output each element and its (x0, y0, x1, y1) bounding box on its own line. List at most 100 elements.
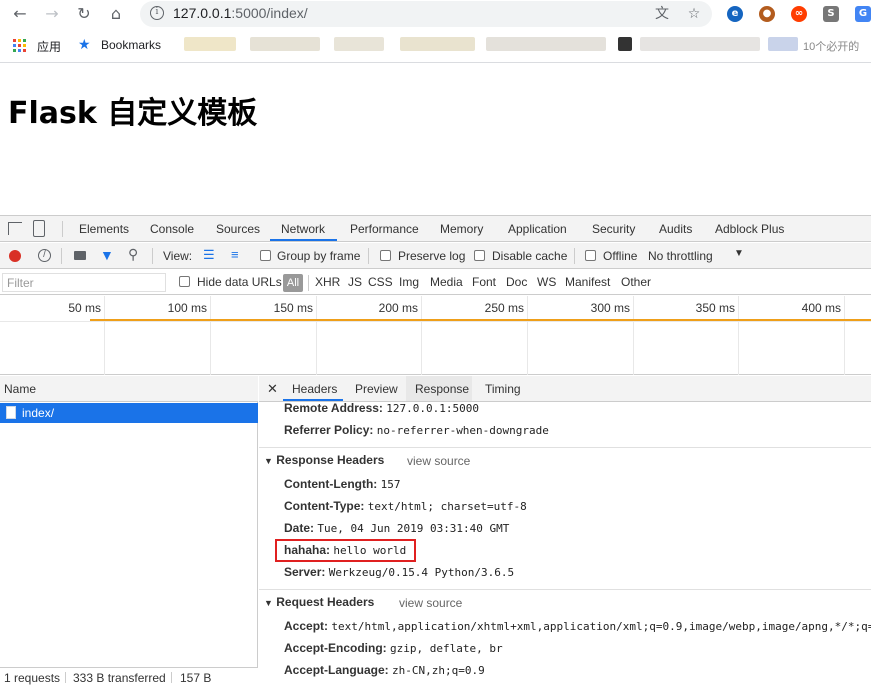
filter-type-css[interactable]: CSS (368, 275, 393, 289)
address-bar[interactable]: i 127.0.0.1:5000/index/ 文 ☆ (140, 1, 712, 27)
timeline-gridline (527, 296, 528, 375)
filter-type-manifest[interactable]: Manifest (565, 275, 610, 289)
bookmark-bookmarks[interactable]: Bookmarks (101, 38, 161, 52)
header-key: Content-Length: (284, 477, 378, 491)
inspect-element-icon[interactable] (8, 222, 22, 235)
home-icon[interactable]: ⌂ (104, 3, 128, 25)
extension-icon-4[interactable]: S (823, 6, 839, 22)
names-column-header[interactable]: Name (0, 376, 258, 402)
filter-type-font[interactable]: Font (472, 275, 496, 289)
filter-type-ws[interactable]: WS (537, 275, 556, 289)
status-request-count: 1 requests (4, 671, 61, 685)
section-divider (259, 589, 871, 590)
extension-icon-5[interactable]: G (855, 6, 871, 22)
tab-preview[interactable]: Preview (355, 382, 398, 396)
extension-icon-1[interactable]: e (727, 6, 743, 22)
extension-icon-3[interactable]: ∞ (791, 6, 807, 22)
search-icon[interactable]: ⚲ (128, 246, 138, 263)
tab-timing[interactable]: Timing (485, 382, 521, 396)
translate-icon[interactable]: 文 (654, 6, 670, 22)
record-icon[interactable] (9, 250, 21, 262)
tab-elements[interactable]: Elements (79, 222, 129, 236)
timeline-overview[interactable]: 50 ms 100 ms 150 ms 200 ms 250 ms 300 ms… (0, 296, 871, 375)
tab-console[interactable]: Console (150, 222, 194, 236)
filter-funnel-icon[interactable]: ▼ (100, 247, 114, 263)
request-row[interactable]: index/ (0, 403, 258, 423)
throttling-dropdown-icon[interactable]: ▼ (734, 248, 744, 259)
status-resources: 157 B resour... (180, 671, 223, 686)
document-icon (6, 406, 16, 419)
filter-type-other[interactable]: Other (621, 275, 651, 289)
filter-type-img[interactable]: Img (399, 275, 419, 289)
throttling-select[interactable]: No throttling (648, 249, 713, 263)
preserve-log-checkbox[interactable] (380, 250, 391, 261)
request-headers-title[interactable]: ▼ Request Headers (264, 595, 374, 609)
tab-memory[interactable]: Memory (440, 222, 483, 236)
disable-cache-checkbox[interactable] (474, 250, 485, 261)
header-key: Accept-Encoding: (284, 641, 387, 655)
tab-headers[interactable]: Headers (292, 382, 337, 396)
device-toolbar-icon[interactable] (33, 220, 45, 237)
header-key: Accept: (284, 619, 329, 633)
large-rows-icon[interactable]: ☰ (203, 248, 215, 261)
response-headers-title[interactable]: ▼ Response Headers (264, 453, 384, 467)
waterfall-overview-icon[interactable]: ≡ (231, 248, 239, 261)
url-text[interactable]: 127.0.0.1:5000/index/ (173, 5, 308, 21)
tab-performance[interactable]: Performance (350, 222, 419, 236)
site-info-icon[interactable]: i (150, 6, 164, 20)
tab-application[interactable]: Application (508, 222, 567, 236)
request-view-source-link[interactable]: view source (399, 596, 462, 610)
screenshot-camera-icon[interactable] (74, 251, 86, 260)
tab-audits[interactable]: Audits (659, 222, 692, 236)
filter-type-doc[interactable]: Doc (506, 275, 527, 289)
forward-icon[interactable]: → (40, 3, 64, 25)
close-icon[interactable]: ✕ (267, 381, 278, 397)
filter-type-all[interactable]: All (283, 274, 303, 292)
extension-icon-2[interactable]: ● (759, 6, 775, 22)
header-key: Referrer Policy: (284, 423, 374, 437)
filter-type-media[interactable]: Media (430, 275, 463, 289)
filter-input[interactable]: Filter (2, 273, 166, 292)
back-icon[interactable]: ← (8, 3, 32, 25)
bookmark-blurred-8[interactable] (768, 37, 798, 51)
clear-icon[interactable]: / (38, 249, 51, 262)
bookmark-blurred-2[interactable] (250, 37, 320, 51)
filter-type-js[interactable]: JS (348, 275, 362, 289)
apps-icon[interactable] (13, 39, 27, 53)
tab-security[interactable]: Security (592, 222, 635, 236)
group-by-frame-checkbox[interactable] (260, 250, 271, 261)
filter-type-xhr[interactable]: XHR (315, 275, 340, 289)
header-value: 127.0.0.1:5000 (386, 402, 479, 415)
expand-triangle-icon: ▼ (264, 598, 273, 608)
page-title: Flask 自定义模板 (8, 96, 258, 131)
star-icon[interactable]: ☆ (686, 6, 702, 22)
timeline-tick-label: 100 ms (167, 301, 207, 315)
bookmark-blurred-1[interactable] (184, 37, 236, 51)
bookmark-partial[interactable]: 10个必开的 (803, 38, 859, 54)
bookmark-blurred-6[interactable] (618, 37, 632, 51)
bookmark-blurred-4[interactable] (400, 37, 475, 51)
view-label: View: (163, 249, 193, 263)
offline-checkbox[interactable] (585, 250, 596, 261)
status-transferred: 333 B transferred (73, 671, 166, 685)
bookmark-blurred-5[interactable] (486, 37, 606, 51)
separator (368, 248, 369, 264)
hide-data-urls-checkbox[interactable] (179, 276, 190, 287)
tab-network[interactable]: Network (281, 222, 325, 236)
tab-adblock-plus[interactable]: Adblock Plus (715, 222, 784, 236)
timeline-gridline (738, 296, 739, 375)
bookmark-apps[interactable]: 应用 (37, 38, 61, 55)
separator (171, 672, 172, 683)
tab-sources[interactable]: Sources (216, 222, 260, 236)
tab-response[interactable]: Response (415, 382, 469, 396)
requests-list-pane: Name index/ 1 requests 333 B transferred… (0, 376, 258, 686)
network-status-bar: 1 requests 333 B transferred 157 B resou… (0, 667, 258, 686)
bookmark-blurred-3[interactable] (334, 37, 384, 51)
bookmark-blurred-7[interactable] (640, 37, 760, 51)
response-view-source-link[interactable]: view source (407, 454, 470, 468)
reload-icon[interactable]: ↻ (72, 3, 96, 25)
header-row-server: Server: Werkzeug/0.15.4 Python/3.6.5 (284, 565, 514, 579)
expand-triangle-icon: ▼ (264, 456, 273, 466)
header-row-accept-language: Accept-Language: zh-CN,zh;q=0.9 (284, 663, 485, 677)
separator (574, 248, 575, 264)
